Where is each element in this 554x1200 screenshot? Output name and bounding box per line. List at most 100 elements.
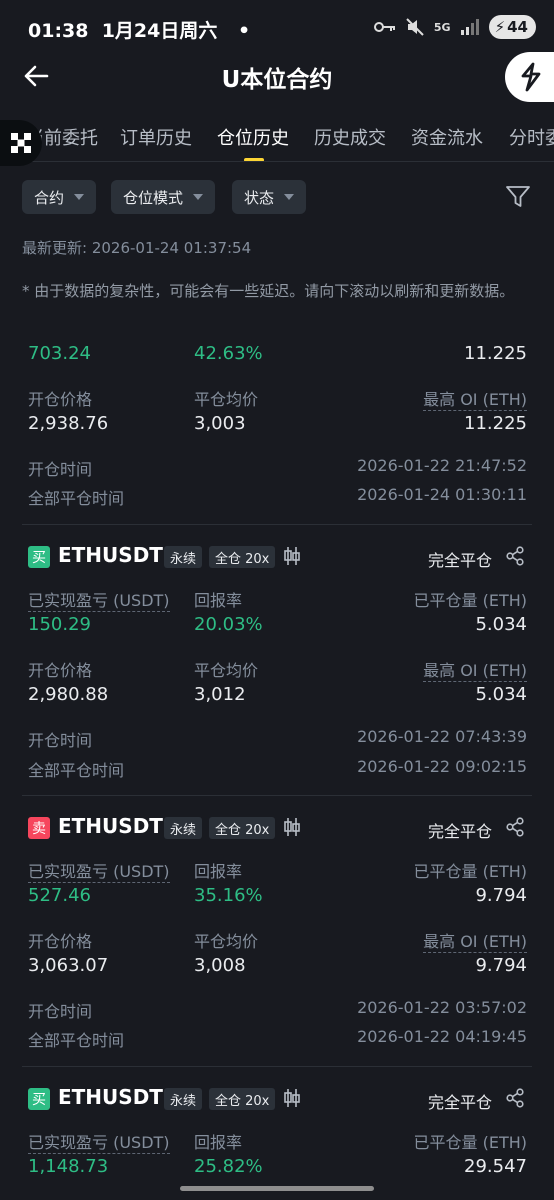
filter-contract[interactable]: 合约 xyxy=(22,180,97,214)
caret-down-icon xyxy=(284,194,295,200)
caret-down-icon xyxy=(74,194,85,200)
realized-pnl-label[interactable]: 已实现盈亏 (USDT) xyxy=(28,1133,170,1154)
roi-label: 回报率 xyxy=(194,862,243,881)
open-time-value: 2026-01-22 07:43:39 xyxy=(357,727,527,746)
roi-label: 回报率 xyxy=(194,591,243,610)
entry-price-label: 开仓价格 xyxy=(28,390,93,409)
tab-trade-history[interactable]: 历史成交 xyxy=(314,124,386,150)
battery-indicator: ⚡ 44 xyxy=(488,15,536,39)
divider xyxy=(22,524,532,525)
closed-qty-value: 9.794 xyxy=(475,885,527,906)
max-oi-value: 11.225 xyxy=(464,413,527,434)
funnel-filter-icon[interactable] xyxy=(505,184,531,210)
candlestick-icon[interactable] xyxy=(283,546,301,566)
symbol: ETHUSDT xyxy=(58,1085,163,1109)
side-badge-sell: 卖 xyxy=(28,817,50,839)
roi-label: 回报率 xyxy=(194,1133,243,1152)
perpetual-tag: 永续 xyxy=(164,817,203,839)
entry-price-value: 3,063.07 xyxy=(28,955,109,976)
position-status: 完全平仓 xyxy=(427,822,492,841)
realized-pnl-label[interactable]: 已实现盈亏 (USDT) xyxy=(28,862,170,883)
swap-icon xyxy=(521,62,541,92)
close-time-label: 全部平仓时间 xyxy=(28,489,125,508)
avg-close-label: 平仓均价 xyxy=(194,932,259,951)
entry-price-value: 2,938.76 xyxy=(28,413,109,434)
filter-position-mode[interactable]: 仓位模式 xyxy=(111,180,216,214)
closed-qty-label: 已平仓量 (ETH) xyxy=(413,591,528,610)
candlestick-icon[interactable] xyxy=(283,817,301,837)
roi-value: 35.16% xyxy=(194,885,263,906)
tab-order-history[interactable]: 订单历史 xyxy=(120,124,192,150)
divider xyxy=(22,795,532,796)
filter-contract-label: 合约 xyxy=(34,188,65,207)
close-time-value: 2026-01-24 01:30:11 xyxy=(357,485,527,504)
entry-price-value: 2,980.88 xyxy=(28,684,109,705)
avg-close-label: 平仓均价 xyxy=(194,661,259,680)
entry-price-label: 开仓价格 xyxy=(28,661,93,680)
swap-button[interactable] xyxy=(505,52,554,102)
share-icon[interactable] xyxy=(505,1088,525,1108)
candlestick-icon[interactable] xyxy=(283,1088,301,1108)
perpetual-tag: 永续 xyxy=(164,1088,203,1110)
margin-leverage-tag: 全仓 20x xyxy=(209,817,276,839)
margin-leverage-tag: 全仓 20x xyxy=(209,546,276,568)
roi-value: 20.03% xyxy=(194,614,263,635)
position-status: 完全平仓 xyxy=(427,1093,492,1112)
mute-icon xyxy=(406,18,424,36)
open-time-value: 2026-01-22 03:57:02 xyxy=(357,998,527,1017)
share-icon[interactable] xyxy=(505,817,525,837)
tab-bar: 当前委托 订单历史 仓位历史 历史成交 资金流水 分时委托 xyxy=(0,116,554,162)
max-oi-label[interactable]: 最高 OI (ETH) xyxy=(423,390,527,411)
side-badge-buy: 买 xyxy=(28,546,50,568)
open-time-label: 开仓时间 xyxy=(28,731,93,750)
roi-value: 25.82% xyxy=(194,1156,263,1177)
max-oi-label[interactable]: 最高 OI (ETH) xyxy=(423,932,527,953)
status-time-text: 01:38 1月24日周六 xyxy=(28,20,218,42)
divider xyxy=(22,1066,532,1067)
status-icons: 5G ⚡ 44 xyxy=(373,13,536,41)
share-icon[interactable] xyxy=(505,546,525,566)
home-indicator[interactable] xyxy=(180,1186,374,1191)
filter-status[interactable]: 状态 xyxy=(232,180,307,214)
tab-funding-history[interactable]: 资金流水 xyxy=(411,124,483,150)
closed-qty-label: 已平仓量 (ETH) xyxy=(413,1133,528,1152)
close-time-label: 全部平仓时间 xyxy=(28,761,125,780)
entry-price-label: 开仓价格 xyxy=(28,932,93,951)
max-oi-label[interactable]: 最高 OI (ETH) xyxy=(423,661,527,682)
pnl-value: 150.29 xyxy=(28,614,91,635)
avg-close-value: 3,003 xyxy=(194,413,246,434)
roi-value: 42.63% xyxy=(194,343,263,364)
avg-close-value: 3,008 xyxy=(194,955,246,976)
close-time-label: 全部平仓时间 xyxy=(28,1031,125,1050)
avg-close-label: 平仓均价 xyxy=(194,390,259,409)
last-updated: 最新更新: 2026-01-24 01:37:54 xyxy=(22,239,252,257)
max-oi-value: 9.794 xyxy=(475,955,527,976)
close-time-value: 2026-01-22 09:02:15 xyxy=(357,757,527,776)
closed-qty-value: 11.225 xyxy=(464,343,527,364)
closed-qty-value: 5.034 xyxy=(475,614,527,635)
pnl-value: 703.24 xyxy=(28,343,91,364)
open-time-value: 2026-01-22 21:47:52 xyxy=(357,456,527,475)
avg-close-value: 3,012 xyxy=(194,684,246,705)
open-time-label: 开仓时间 xyxy=(28,1002,93,1021)
status-dot: • xyxy=(238,20,251,42)
open-time-label: 开仓时间 xyxy=(28,460,93,479)
closed-qty-label: 已平仓量 (ETH) xyxy=(413,862,528,881)
page-title: U本位合约 xyxy=(221,67,333,93)
pnl-value: 527.46 xyxy=(28,885,91,906)
tab-position-history[interactable]: 仓位历史 xyxy=(217,124,289,150)
symbol: ETHUSDT xyxy=(58,814,163,838)
close-time-value: 2026-01-22 04:19:45 xyxy=(357,1027,527,1046)
realized-pnl-label[interactable]: 已实现盈亏 (USDT) xyxy=(28,591,170,612)
status-bar: 01:38 1月24日周六 • 5G ⚡ 44 xyxy=(0,0,554,54)
pnl-value: 1,148.73 xyxy=(28,1156,109,1177)
max-oi-value: 5.034 xyxy=(475,684,527,705)
filter-status-label: 状态 xyxy=(244,188,275,207)
tab-twap[interactable]: 分时委托 xyxy=(509,124,554,150)
pinwheel-logo-icon xyxy=(11,133,31,153)
position-status: 完全平仓 xyxy=(427,551,492,570)
side-badge-buy: 买 xyxy=(28,1088,50,1110)
margin-leverage-tag: 全仓 20x xyxy=(209,1088,276,1110)
signal-icon xyxy=(460,19,479,35)
network-label: 5G xyxy=(433,20,451,34)
